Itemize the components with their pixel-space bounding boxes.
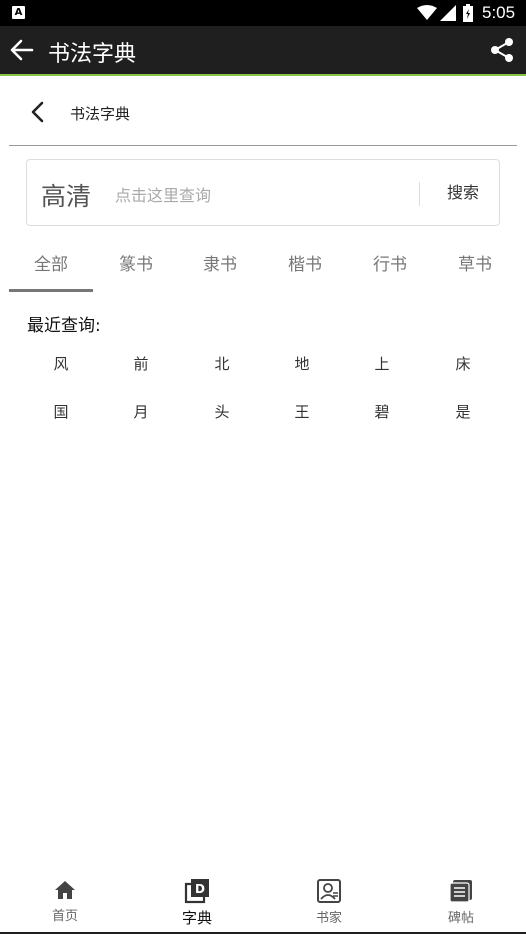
book-stack-icon bbox=[449, 880, 472, 903]
nav-dictionary[interactable]: D 字典 bbox=[152, 878, 242, 930]
recent-item[interactable]: 是 bbox=[423, 388, 503, 436]
nav-rubbings[interactable]: 碑帖 bbox=[416, 878, 506, 930]
home-icon bbox=[55, 881, 75, 899]
tab-running[interactable]: 行书 bbox=[348, 244, 432, 292]
app-bar: 书法字典 bbox=[0, 26, 526, 76]
tab-label: 草书 bbox=[458, 255, 492, 275]
tab-label: 全部 bbox=[34, 255, 68, 275]
recent-item[interactable]: 国 bbox=[21, 388, 101, 436]
tab-all[interactable]: 全部 bbox=[9, 244, 93, 292]
script-tabs: 全部 篆书 隶书 楷书 行书 草书 bbox=[9, 244, 517, 292]
recent-item[interactable]: 床 bbox=[423, 340, 503, 388]
recent-item[interactable]: 王 bbox=[262, 388, 342, 436]
wifi-icon bbox=[417, 5, 437, 20]
share-icon[interactable] bbox=[489, 37, 515, 63]
recent-item[interactable]: 头 bbox=[182, 388, 262, 436]
header-divider bbox=[9, 145, 517, 146]
search-separator bbox=[419, 182, 420, 206]
tab-cursive[interactable]: 草书 bbox=[433, 244, 517, 292]
recent-item[interactable]: 地 bbox=[262, 340, 342, 388]
search-button[interactable]: 搜索 bbox=[433, 172, 493, 214]
nav-home[interactable]: 首页 bbox=[20, 878, 110, 930]
search-input[interactable]: 点击这里查询 bbox=[115, 182, 211, 206]
nav-label: 书家 bbox=[315, 911, 342, 926]
status-time: 5:05 bbox=[482, 3, 516, 22]
recent-title: 最近查询: bbox=[27, 316, 101, 336]
tab-regular[interactable]: 楷书 bbox=[263, 244, 347, 292]
tab-label: 篆书 bbox=[119, 255, 153, 275]
nav-label: 字典 bbox=[181, 909, 212, 927]
signal-icon bbox=[440, 5, 456, 21]
recent-item[interactable]: 前 bbox=[101, 340, 181, 388]
quality-toggle[interactable]: 高清 bbox=[41, 177, 91, 213]
recent-item[interactable]: 上 bbox=[342, 340, 422, 388]
app-title: 书法字典 bbox=[48, 42, 137, 67]
nav-calligraphers[interactable]: 书家 bbox=[284, 878, 374, 930]
page-header: 书法字典 bbox=[0, 76, 526, 146]
tab-clerical[interactable]: 隶书 bbox=[178, 244, 262, 292]
person-card-icon bbox=[317, 879, 341, 903]
chevron-left-icon[interactable] bbox=[28, 100, 48, 124]
svg-text:D: D bbox=[195, 882, 205, 896]
status-bar: A 5:05 bbox=[0, 0, 526, 26]
tab-seal[interactable]: 篆书 bbox=[94, 244, 178, 292]
recent-item[interactable]: 北 bbox=[182, 340, 262, 388]
recent-item[interactable]: 风 bbox=[21, 340, 101, 388]
battery-icon bbox=[463, 4, 473, 22]
dictionary-icon: D bbox=[184, 879, 209, 904]
nav-label: 首页 bbox=[51, 909, 78, 924]
recent-item[interactable]: 月 bbox=[101, 388, 181, 436]
nav-label: 碑帖 bbox=[447, 911, 474, 926]
search-box: 高清 点击这里查询 搜索 bbox=[26, 159, 500, 226]
recent-item[interactable]: 碧 bbox=[342, 388, 422, 436]
tab-label: 楷书 bbox=[288, 255, 322, 275]
a-icon: A bbox=[12, 6, 25, 19]
bottom-nav: 首页 D 字典 书家 碑帖 bbox=[0, 872, 526, 934]
tab-underline bbox=[9, 289, 93, 292]
arrow-left-icon[interactable] bbox=[8, 36, 36, 64]
tab-label: 隶书 bbox=[203, 255, 237, 275]
page-title: 书法字典 bbox=[70, 105, 131, 123]
tab-label: 行书 bbox=[373, 255, 407, 275]
